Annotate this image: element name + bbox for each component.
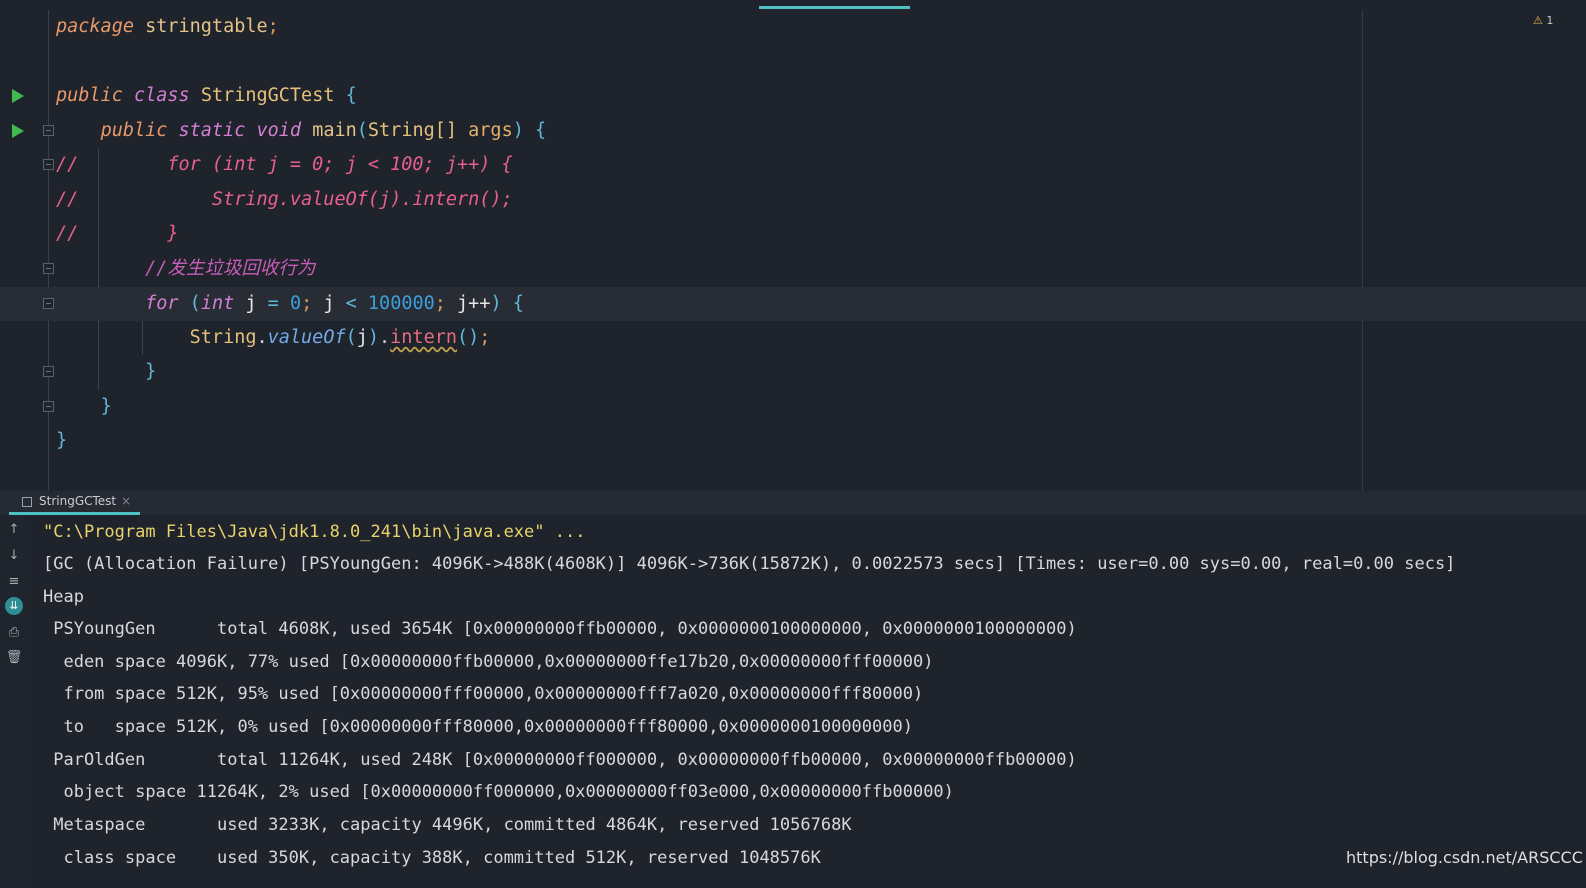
run-panel-header: StringGCTest × (0, 491, 1586, 515)
console-line: Metaspace used 3233K, capacity 4496K, co… (43, 815, 852, 835)
console-line: [GC (Allocation Failure) [PSYoungGen: 40… (43, 554, 1456, 574)
fold-icon[interactable] (43, 366, 54, 377)
code-line-3: public class StringGCTest { (0, 79, 1586, 113)
console-toolbar: ↑ ↓ ≡ ⇊ ⎙ 🗑 (0, 515, 28, 888)
console-line: to space 512K, 0% used [0x00000000fff800… (43, 717, 913, 737)
code-line-6: // String.valueOf(j).intern(); (0, 183, 1586, 217)
soft-wrap-icon[interactable]: ≡ (5, 573, 23, 591)
code-line-13: } (56, 430, 68, 451)
comment-line: // } (56, 223, 179, 244)
fold-icon[interactable] (43, 263, 54, 274)
editor-tab-indicator (759, 6, 910, 9)
code-editor[interactable]: ⚠ 1 package stringtable; public class St… (0, 0, 1586, 491)
code-line-8: //发生垃圾回收行为 (0, 252, 1586, 286)
run-tab-stringgctest[interactable]: StringGCTest × (9, 491, 140, 515)
code-line-10: String.valueOf(j).intern(); (189, 327, 491, 348)
console-line: ParOldGen total 11264K, used 248K [0x000… (43, 750, 1077, 770)
console-line: class space used 350K, capacity 388K, co… (43, 848, 821, 868)
scroll-to-end-icon[interactable]: ⇊ (5, 597, 23, 615)
run-tab-label: StringGCTest (39, 494, 117, 508)
fold-icon[interactable] (43, 159, 54, 170)
up-arrow-icon[interactable]: ↑ (5, 521, 23, 539)
package-name: stringtable (145, 16, 268, 37)
fold-icon[interactable] (43, 298, 54, 309)
console-line: from space 512K, 95% used [0x00000000fff… (43, 684, 924, 704)
print-icon[interactable]: ⎙ (5, 624, 23, 642)
code-line-5: // for (int j = 0; j < 100; j++) { (0, 148, 1586, 182)
keyword: package (56, 16, 134, 37)
comment-line: // String.valueOf(j).intern(); (56, 189, 513, 210)
run-class-icon[interactable] (12, 89, 24, 103)
method-name: main (312, 120, 357, 141)
trash-icon[interactable]: 🗑 (5, 649, 23, 667)
code-line-1: package stringtable; (56, 16, 279, 37)
code-line-4: public static void main(String[] args) { (0, 114, 1586, 148)
close-icon[interactable]: × (121, 494, 131, 508)
fold-icon[interactable] (43, 401, 54, 412)
run-main-icon[interactable] (12, 124, 24, 138)
console-line: PSYoungGen total 4608K, used 3654K [0x00… (43, 619, 1077, 639)
comment-line: //发生垃圾回收行为 (145, 258, 316, 279)
ide-window: ⚠ 1 package stringtable; public class St… (0, 0, 1586, 888)
watermark: https://blog.csdn.net/ARSCCC (1346, 848, 1583, 867)
comment-line: // for (int j = 0; j < 100; j++) { (56, 154, 513, 175)
console-icon (22, 497, 32, 507)
code-line-12: } (0, 390, 1586, 424)
code-line-9-current: for (int j = 0; j < 100000; j++) { (0, 287, 1586, 321)
console-line: Heap (43, 587, 84, 607)
class-name: StringGCTest (200, 85, 335, 106)
fold-icon[interactable] (43, 125, 54, 136)
code-line-11: } (0, 355, 1586, 389)
code-line-7: // } (0, 217, 1586, 251)
console-output[interactable]: ↑ ↓ ≡ ⇊ ⎙ 🗑 "C:\Program Files\Java\jdk1.… (0, 515, 1586, 888)
console-line: "C:\Program Files\Java\jdk1.8.0_241\bin\… (43, 522, 586, 542)
console-line: object space 11264K, 2% used [0x00000000… (43, 782, 954, 802)
down-arrow-icon[interactable]: ↓ (5, 547, 23, 565)
console-line: eden space 4096K, 77% used [0x00000000ff… (43, 652, 934, 672)
